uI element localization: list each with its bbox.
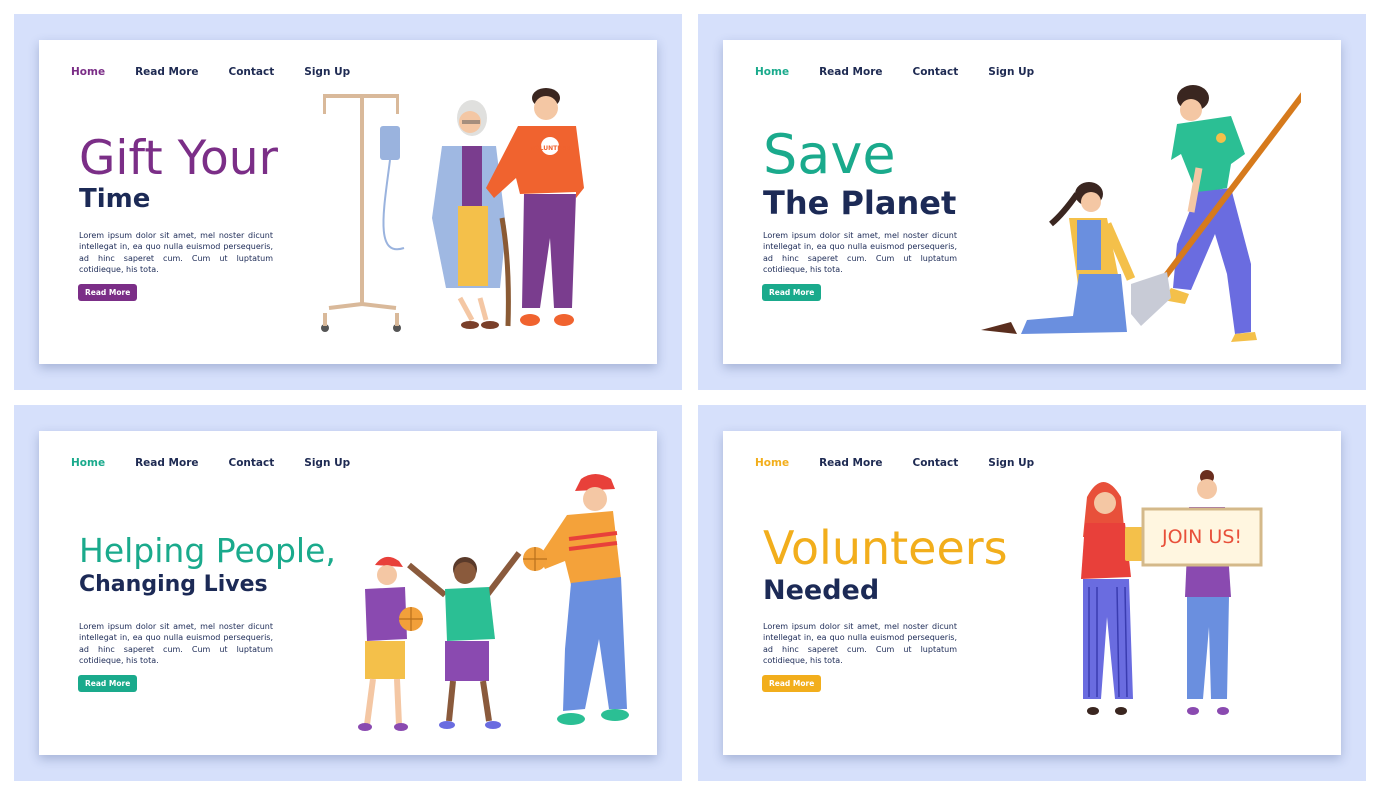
volunteer-helping-elderly-illustration: VOLUNTEER <box>321 88 584 332</box>
nav-sign-up-link[interactable]: Sign Up <box>988 66 1034 78</box>
read-more-button[interactable]: Read More <box>78 284 138 301</box>
body-text: Lorem ipsum dolor sit amet, mel noster d… <box>79 622 273 665</box>
nav-menu: Home Read More Contact Sign Up <box>71 66 380 78</box>
man-with-shovel <box>1131 85 1301 342</box>
nav-contact-link[interactable]: Contact <box>229 457 275 469</box>
tile-save-the-planet: Home Read More Contact Sign Up Save The … <box>698 14 1366 390</box>
kid-arms-up <box>407 551 522 729</box>
body-text: Lorem ipsum dolor sit amet, mel noster d… <box>79 231 273 274</box>
join-us-sign-illustration: JOIN US! <box>1081 470 1263 715</box>
adult-volunteer <box>523 474 629 725</box>
woman-with-clipboard <box>1081 482 1143 715</box>
nav-home-link[interactable]: Home <box>755 457 789 469</box>
page-subtitle: The Planet <box>763 184 957 222</box>
iv-stand <box>321 94 405 332</box>
nav-read-more-link[interactable]: Read More <box>819 457 882 469</box>
page-title: Volunteers <box>763 521 1008 575</box>
page-title: Gift Your <box>79 131 278 186</box>
read-more-button[interactable]: Read More <box>762 675 822 692</box>
join-us-sign-text: JOIN US! <box>1161 526 1242 548</box>
landing-page-card: Home Read More Contact Sign Up Save The … <box>723 40 1341 364</box>
tile-gift-your-time: Home Read More Contact Sign Up Gift Your… <box>14 14 682 390</box>
nav-sign-up-link[interactable]: Sign Up <box>988 457 1034 469</box>
tile-helping-people: Home Read More Contact Sign Up Helping P… <box>14 405 682 781</box>
nav-contact-link[interactable]: Contact <box>913 66 959 78</box>
nav-home-link[interactable]: Home <box>71 66 105 78</box>
landing-page-card: Home Read More Contact Sign Up Helping P… <box>39 431 657 755</box>
body-text: Lorem ipsum dolor sit amet, mel noster d… <box>763 622 957 665</box>
nav-contact-link[interactable]: Contact <box>229 66 275 78</box>
nav-contact-link[interactable]: Contact <box>913 457 959 469</box>
kids-basketball-illustration <box>358 474 629 731</box>
kneeling-woman <box>981 182 1136 334</box>
page-subtitle: Needed <box>763 575 880 606</box>
tile-volunteers-needed: Home Read More Contact Sign Up Volunteer… <box>698 405 1366 781</box>
nav-home-link[interactable]: Home <box>71 457 105 469</box>
read-more-button[interactable]: Read More <box>78 675 138 692</box>
landing-page-card: Home Read More Contact Sign Up Gift Your… <box>39 40 657 364</box>
nav-menu: Home Read More Contact Sign Up <box>755 457 1064 469</box>
page-subtitle: Changing Lives <box>79 572 268 597</box>
nav-read-more-link[interactable]: Read More <box>135 457 198 469</box>
nav-read-more-link[interactable]: Read More <box>135 66 198 78</box>
page-subtitle: Time <box>79 184 151 214</box>
nav-home-link[interactable]: Home <box>755 66 789 78</box>
volunteer-shirt-label: VOLUNTEER <box>530 145 570 152</box>
nav-sign-up-link[interactable]: Sign Up <box>304 457 350 469</box>
read-more-button[interactable]: Read More <box>762 284 822 301</box>
body-text: Lorem ipsum dolor sit amet, mel noster d… <box>763 231 957 274</box>
nav-sign-up-link[interactable]: Sign Up <box>304 66 350 78</box>
page-title: Helping People, <box>79 531 336 570</box>
nav-menu: Home Read More Contact Sign Up <box>755 66 1064 78</box>
elderly-woman <box>432 100 511 329</box>
planting-tree-illustration <box>981 85 1301 342</box>
nav-read-more-link[interactable]: Read More <box>819 66 882 78</box>
nav-menu: Home Read More Contact Sign Up <box>71 457 380 469</box>
kid-with-cap <box>358 556 423 731</box>
woman-with-sign: JOIN US! <box>1141 470 1263 715</box>
landing-page-card: Home Read More Contact Sign Up Volunteer… <box>723 431 1341 755</box>
page-title: Save <box>763 123 896 186</box>
